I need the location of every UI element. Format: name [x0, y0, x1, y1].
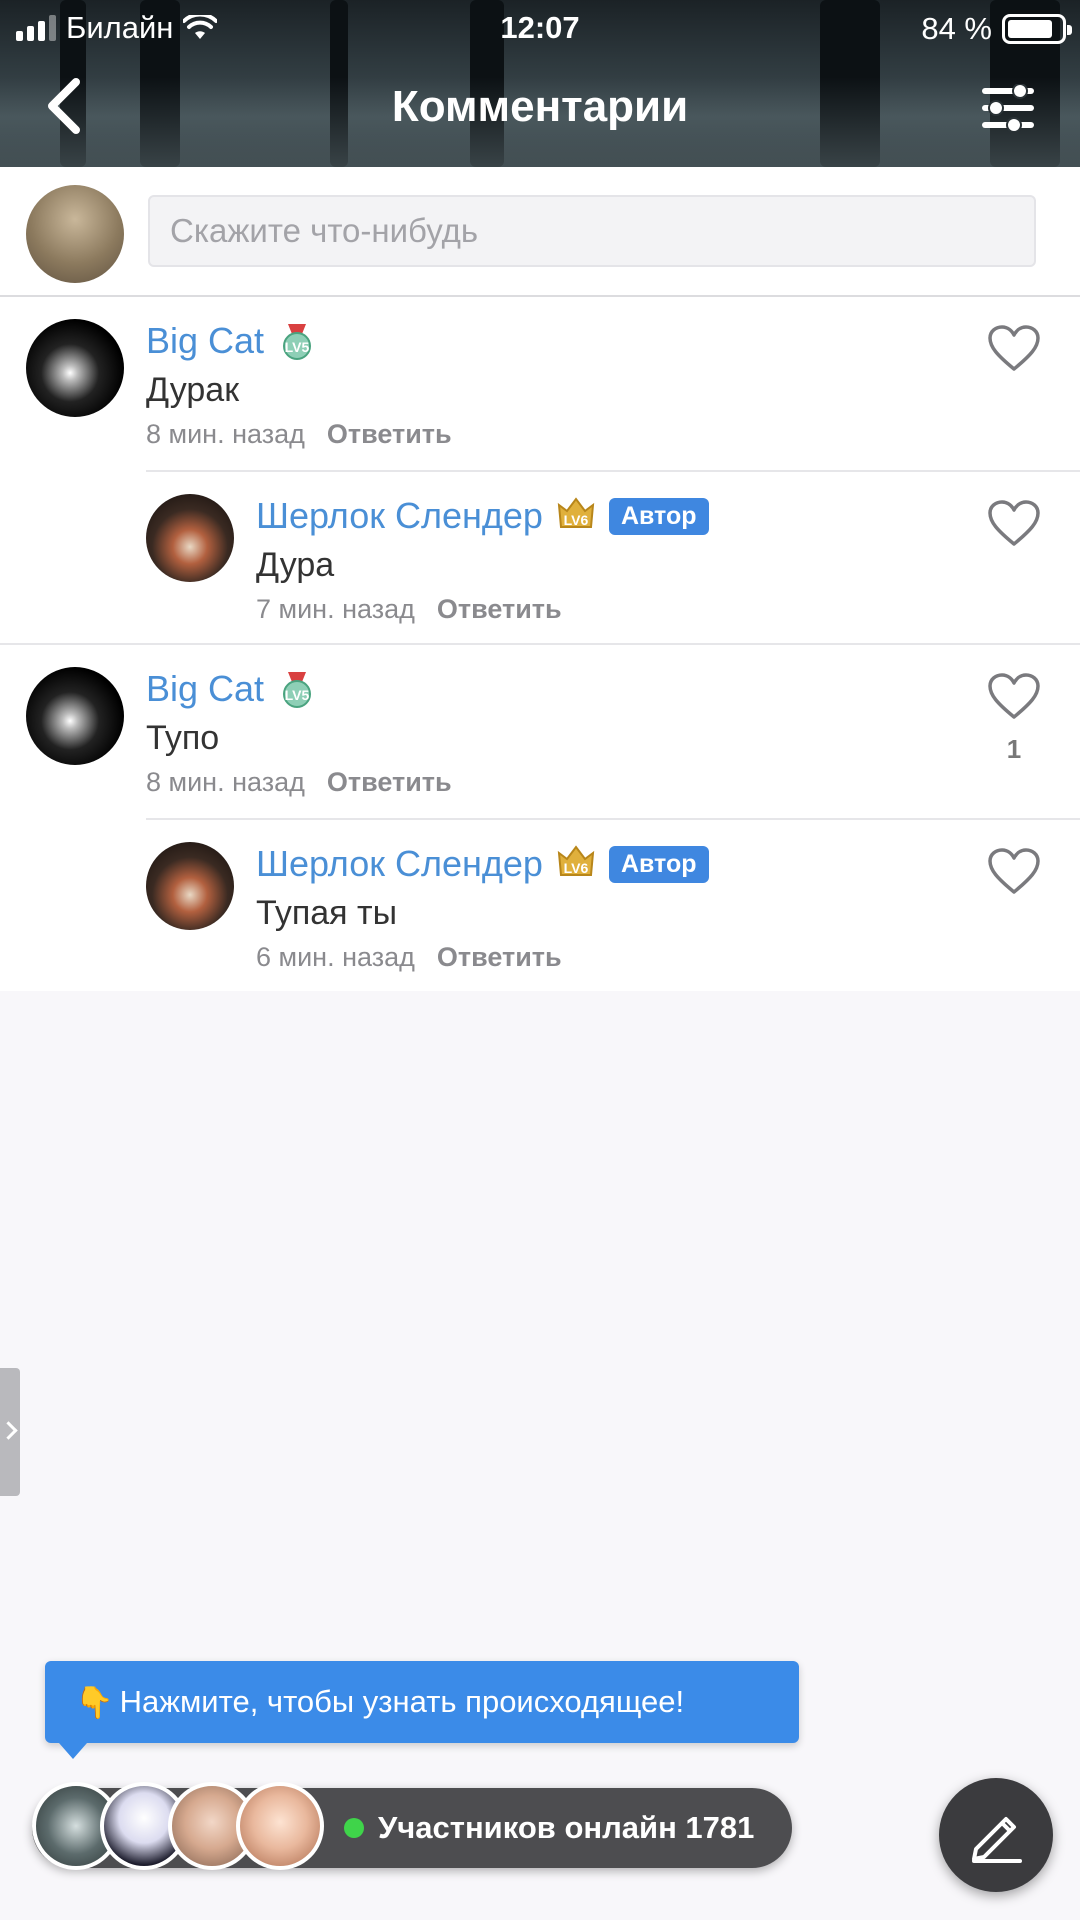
comment-input[interactable] — [148, 195, 1036, 267]
user-avatar[interactable] — [26, 667, 124, 765]
svg-text:LV6: LV6 — [564, 512, 589, 528]
comment-meta: 8 мин. назад Ответить — [146, 767, 940, 798]
online-avatars — [32, 1782, 324, 1870]
comment-time: 8 мин. назад — [146, 419, 305, 449]
like-button[interactable]: 1 — [986, 673, 1042, 765]
username[interactable]: Шерлок Слендер — [256, 495, 543, 537]
comment-time: 8 мин. назад — [146, 767, 305, 797]
comment-header: Шерлок Слендер LV6 Автор — [256, 842, 940, 886]
comment-header: Big Cat LV5 — [146, 667, 940, 711]
pointing-down-icon: 👇 — [75, 1684, 114, 1720]
reply-button[interactable]: Ответить — [437, 594, 562, 625]
battery-percent: 84 % — [921, 11, 992, 46]
reply-button[interactable]: Ответить — [437, 942, 562, 973]
comment-meta: 7 мин. назад Ответить — [256, 594, 940, 625]
user-avatar[interactable] — [146, 842, 234, 930]
username[interactable]: Шерлок Слендер — [256, 843, 543, 885]
comment-body: Шерлок Слендер LV6 Автор Дура 7 мин. наз… — [256, 494, 940, 625]
hint-text: Нажмите, чтобы узнать происходящее! — [119, 1684, 685, 1719]
filter-button[interactable] — [980, 83, 1036, 134]
header: Билайн 12:07 84 % Комментарии — [0, 0, 1080, 167]
online-status: Участников онлайн 1781 — [344, 1788, 754, 1868]
comment-header: Big Cat LV5 — [146, 319, 940, 363]
username[interactable]: Big Cat — [146, 320, 264, 362]
heart-icon — [988, 500, 1040, 546]
online-count-label: Участников онлайн 1781 — [378, 1810, 755, 1845]
online-members-bar[interactable]: Участников онлайн 1781 — [32, 1782, 792, 1870]
status-bar: Билайн 12:07 84 % — [0, 0, 1080, 54]
like-button[interactable] — [986, 848, 1042, 909]
comment-header: Шерлок Слендер LV6 Автор — [256, 494, 940, 538]
comment-time: 6 мин. назад — [256, 942, 415, 972]
comment-composer — [0, 167, 1080, 297]
reply-button[interactable]: Ответить — [327, 419, 452, 450]
comment-text: Дурак — [146, 371, 240, 409]
lv-badge-icon: LV6 — [555, 497, 597, 535]
comment-body: Шерлок Слендер LV6 Автор Тупая ты 6 мин.… — [256, 842, 940, 973]
comment-list: Big Cat LV5 Дурак 8 мин. назад Ответить — [0, 297, 1080, 991]
user-avatar[interactable] — [146, 494, 234, 582]
clock: 12:07 — [500, 10, 580, 45]
like-button[interactable] — [986, 500, 1042, 561]
like-count: 1 — [1006, 734, 1022, 764]
compose-button[interactable] — [939, 1778, 1053, 1892]
edit-icon — [972, 1817, 1022, 1863]
lv-badge-icon: LV6 — [555, 845, 597, 883]
author-badge: Автор — [608, 845, 709, 883]
user-avatar[interactable] — [26, 319, 124, 417]
lv-badge-icon: LV5 — [276, 322, 318, 360]
comment-body: Big Cat LV5 Дурак 8 мин. назад Ответить — [146, 319, 940, 450]
heart-icon — [988, 673, 1040, 719]
comment-meta: 6 мин. назад Ответить — [256, 942, 940, 973]
page-title: Комментарии — [391, 82, 689, 131]
username[interactable]: Big Cat — [146, 668, 264, 710]
comment-body: Big Cat LV5 Тупо 8 мин. назад Ответить — [146, 667, 940, 798]
svg-text:LV5: LV5 — [285, 339, 310, 355]
hint-tooltip[interactable]: 👇 Нажмите, чтобы узнать происходящее! — [45, 1661, 799, 1759]
reply-button[interactable]: Ответить — [327, 767, 452, 798]
comment-thread: Big Cat LV5 Дурак 8 мин. назад Ответить — [0, 297, 1080, 645]
side-drawer-handle[interactable] — [0, 1368, 20, 1496]
svg-text:LV5: LV5 — [285, 687, 310, 703]
reply-comment: Шерлок Слендер LV6 Автор Тупая ты 6 мин.… — [146, 818, 1080, 991]
comment-text: Дура — [256, 546, 335, 584]
battery-status: 84 % — [921, 11, 1072, 47]
battery-fill — [1008, 20, 1052, 38]
comment-thread: Big Cat LV5 Тупо 8 мин. назад Ответить 1… — [0, 645, 1080, 991]
comment: Big Cat LV5 Дурак 8 мин. назад Ответить — [0, 297, 1080, 470]
heart-icon — [988, 848, 1040, 894]
filter-icon — [982, 83, 1034, 133]
heart-icon — [988, 325, 1040, 371]
comment-text: Тупо — [146, 719, 220, 757]
like-button[interactable] — [986, 325, 1042, 386]
author-badge: Автор — [608, 497, 709, 535]
my-avatar[interactable] — [26, 185, 124, 283]
comment-time: 7 мин. назад — [256, 594, 415, 624]
svg-text:LV6: LV6 — [564, 860, 589, 876]
battery-icon — [1002, 14, 1072, 44]
online-user-avatar — [236, 1782, 324, 1870]
lv-badge-icon: LV5 — [276, 670, 318, 708]
comment-meta: 8 мин. назад Ответить — [146, 419, 940, 450]
reply-comment: Шерлок Слендер LV6 Автор Дура 7 мин. наз… — [146, 470, 1080, 643]
nav-bar: Комментарии — [0, 60, 1080, 160]
comment: Big Cat LV5 Тупо 8 мин. назад Ответить 1 — [0, 645, 1080, 818]
comment-text: Тупая ты — [256, 894, 398, 932]
online-dot-icon — [344, 1818, 364, 1838]
